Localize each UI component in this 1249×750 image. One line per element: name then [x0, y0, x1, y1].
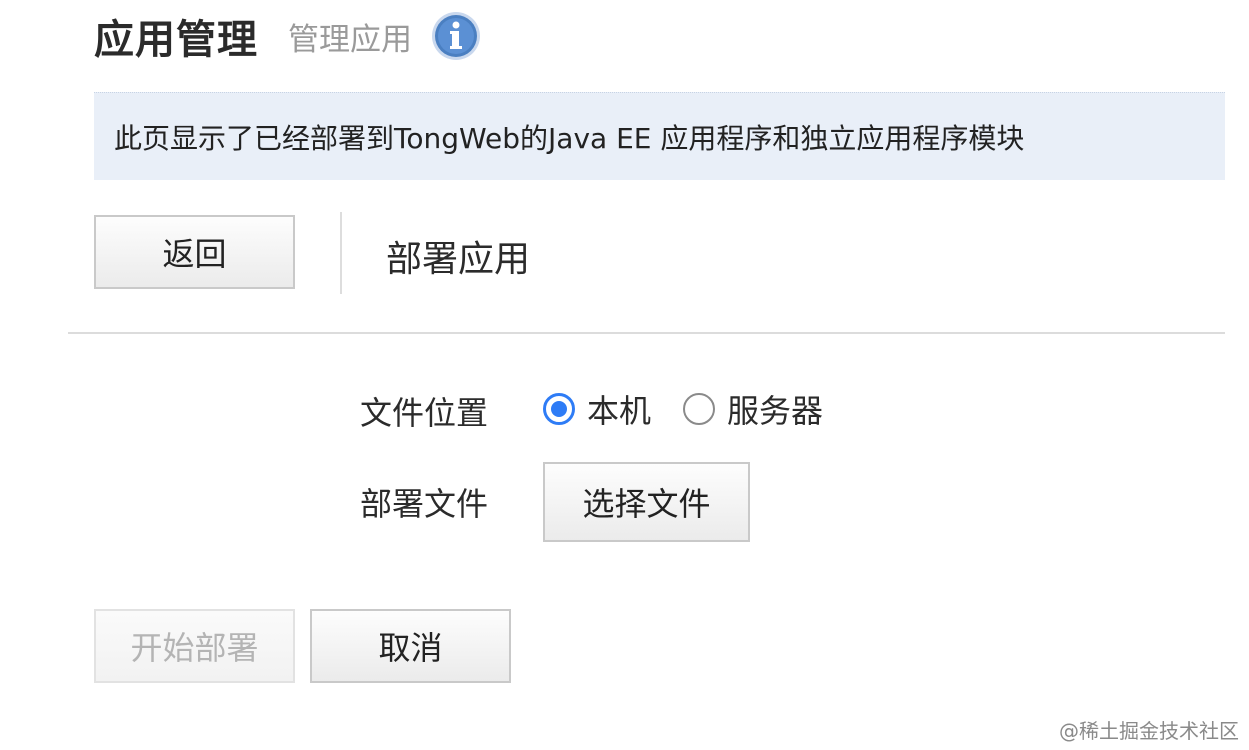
info-banner-text: 此页显示了已经部署到TongWeb的Java EE 应用程序和独立应用程序模块 [114, 122, 1025, 155]
toolbar-divider [340, 212, 342, 294]
page-subtitle: 管理应用 [288, 21, 412, 58]
radio-label-server: 服务器 [727, 392, 824, 430]
radio-option-server[interactable]: 服务器 [683, 386, 823, 432]
deploy-file-label: 部署文件 [360, 485, 489, 523]
deploy-application-page: 应用管理 管理应用 此页显示了已经部署到TongWeb的Java EE 应用程序… [0, 0, 1225, 750]
info-icon[interactable] [430, 10, 482, 62]
section-title: 部署应用 [386, 239, 531, 280]
radio-option-local[interactable]: 本机 [543, 386, 651, 432]
right-edge-strip [1225, 0, 1249, 750]
cancel-button[interactable]: 取消 [310, 609, 511, 683]
back-button[interactable]: 返回 [94, 215, 295, 289]
radio-unchecked-icon[interactable] [683, 393, 716, 425]
watermark-text: @稀土掘金技术社区 [1059, 719, 1239, 743]
radio-label-local: 本机 [587, 392, 652, 430]
radio-checked-icon[interactable] [543, 393, 575, 425]
file-location-label: 文件位置 [360, 394, 489, 432]
choose-file-button[interactable]: 选择文件 [543, 462, 750, 542]
page-title: 应用管理 [94, 17, 258, 63]
start-deploy-button[interactable]: 开始部署 [94, 609, 295, 683]
page-header: 应用管理 管理应用 [94, 8, 482, 64]
file-location-radio-group: 本机 服务器 [543, 386, 823, 432]
section-divider [68, 332, 1225, 334]
info-banner: 此页显示了已经部署到TongWeb的Java EE 应用程序和独立应用程序模块 [94, 92, 1225, 180]
